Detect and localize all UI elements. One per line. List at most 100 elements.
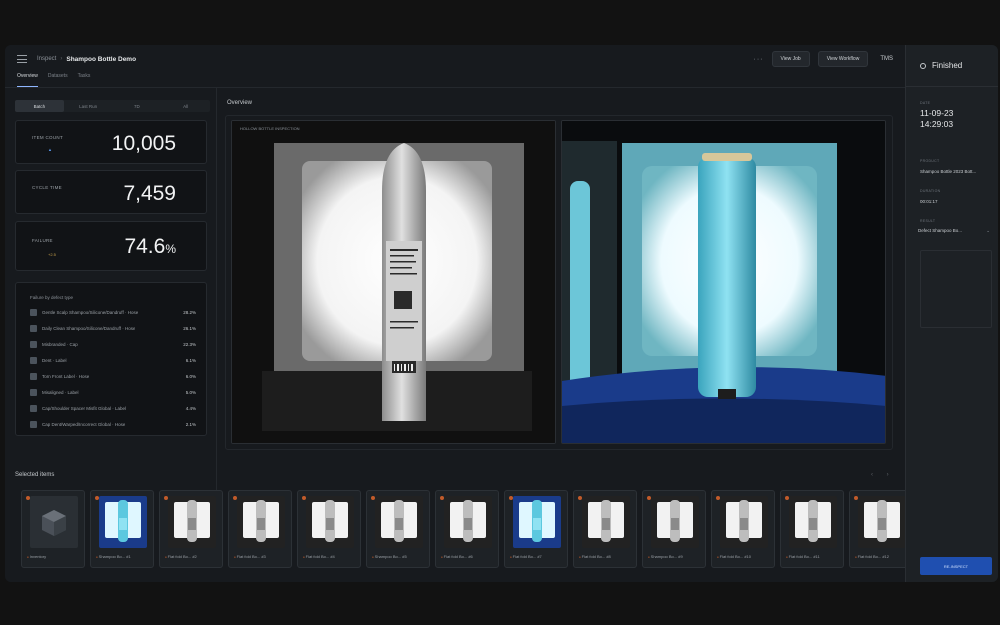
- item-label: Flat fold Bo... #8: [579, 554, 635, 559]
- notes-box[interactable]: [920, 250, 992, 328]
- selected-item-card[interactable]: Flat fold Bo... #8: [573, 490, 637, 568]
- defect-row[interactable]: Torn Front Label · Hose 6.0%: [30, 371, 196, 381]
- status-text: Finished: [932, 61, 963, 70]
- stat-label: CYCLE TIME: [32, 185, 62, 190]
- item-label: Flat fold Bo... #4: [303, 554, 359, 559]
- view-workflow-button[interactable]: View Workflow: [817, 51, 869, 67]
- defect-name: Misaligned · Label: [42, 389, 79, 395]
- range-all[interactable]: All: [161, 100, 210, 112]
- defect-list-title: Failure by defect type: [30, 295, 74, 300]
- selected-item-card[interactable]: Flat fold Bo... #7: [504, 490, 568, 568]
- result-label: RESULT: [920, 219, 936, 223]
- stat-card-failure: FAILURE +2.5 74.6%: [15, 221, 207, 271]
- view-job-button[interactable]: View Job: [771, 51, 810, 67]
- tab-datasets[interactable]: Datasets: [48, 73, 68, 87]
- product-label: PRODUCT: [920, 159, 940, 163]
- defect-value: 22.3%: [183, 341, 196, 347]
- bottle-thumbnail: [789, 496, 837, 548]
- camera-view-mono[interactable]: HOLLOW BOTTLE INSPECTION: [231, 120, 556, 444]
- date-label: DATE: [920, 101, 931, 105]
- selected-item-card[interactable]: Flat fold Bo... #2: [159, 490, 223, 568]
- bottle-color-image: [562, 121, 885, 443]
- defect-row[interactable]: Gentle Scalp Shampoo/Silicone/Dandruff ·…: [30, 307, 196, 317]
- range-last-run[interactable]: Last Run: [64, 100, 113, 112]
- menu-icon[interactable]: [17, 55, 27, 63]
- range-7d[interactable]: 7D: [113, 100, 162, 112]
- selected-item-card[interactable]: Flat fold Bo... #3: [228, 490, 292, 568]
- bottle-thumbnail: [99, 496, 147, 548]
- bottle-icon: [30, 388, 37, 396]
- defect-row[interactable]: Daily Clean Shampoo/Silicone/Dandruff · …: [30, 323, 196, 333]
- more-icon[interactable]: ···: [754, 56, 764, 63]
- tab-divider: [5, 87, 905, 88]
- stat-card-cycle-time: CYCLE TIME 7,459: [15, 170, 207, 214]
- user-label[interactable]: TMS: [880, 56, 893, 62]
- defect-name: Daily Clean Shampoo/Silicone/Dandruff · …: [42, 325, 136, 331]
- selected-item-card[interactable]: Flat fold Bo... #6: [435, 490, 499, 568]
- defect-value: 2.1%: [185, 421, 196, 427]
- defect-row[interactable]: Misbranded · Cap 22.3%: [30, 339, 196, 349]
- item-label: Flat fold Bo... #2: [165, 554, 221, 559]
- selected-item-card[interactable]: Flat fold Bo... #11: [780, 490, 844, 568]
- defect-name: Torn Front Label · Hose: [42, 373, 90, 379]
- duration-label: DURATION: [920, 189, 941, 193]
- camera-label: HOLLOW BOTTLE INSPECTION: [240, 126, 300, 131]
- selected-items-title: Selected items: [15, 472, 55, 478]
- top-actions: ··· View Job View Workflow TMS: [754, 51, 893, 67]
- selected-item-card[interactable]: Shampoo Bo... #9: [642, 490, 706, 568]
- tab-overview[interactable]: Overview: [17, 73, 38, 87]
- carousel-arrows[interactable]: ‹ ›: [871, 472, 895, 478]
- stat-card-item-count: ITEM COUNT ▲ 10,005: [15, 120, 207, 164]
- trend-up-icon: ▲: [48, 147, 52, 152]
- selected-item-card[interactable]: Flat fold Bo... #10: [711, 490, 775, 568]
- duration-value: 00:01:17: [920, 199, 938, 204]
- range-batch[interactable]: Batch: [15, 100, 64, 112]
- page-title: Shampoo Bottle Demo: [66, 55, 137, 63]
- selected-item-card[interactable]: Shampoo Bo... #1: [90, 490, 154, 568]
- camera-view-color[interactable]: [561, 120, 886, 444]
- defect-row[interactable]: Cap Dent/Warped/Incorrect Global · Hose 2…: [30, 419, 196, 429]
- item-label: Flat fold Bo... #7: [510, 554, 566, 559]
- defect-row[interactable]: Dent · Label 6.1%: [30, 355, 196, 365]
- defect-row[interactable]: Cap/Shoulder Spacer Misfit Global · Labe…: [30, 403, 196, 413]
- stat-value: 74.6%: [124, 235, 176, 258]
- defect-name: Cap Dent/Warped/Incorrect Global · Hose: [42, 421, 126, 427]
- defect-value: 6.1%: [185, 357, 196, 363]
- tab-bar: Overview Datasets Tasks: [17, 73, 90, 87]
- reinspect-button[interactable]: RE-INSPECT: [920, 557, 992, 575]
- bottle-icon: [30, 340, 37, 348]
- item-label: Flat fold Bo... #11: [786, 554, 842, 559]
- bottle-thumbnail: [651, 496, 699, 548]
- bottle-icon: [30, 308, 37, 316]
- defect-name: Dent · Label: [42, 357, 67, 363]
- stat-value: 10,005: [111, 132, 176, 155]
- result-dropdown[interactable]: Defect Shampoo Bo... ⌄: [918, 228, 990, 234]
- stat-delta: +2.5: [48, 252, 56, 257]
- bottle-icon: [30, 420, 37, 428]
- defect-name: Misbranded · Cap: [42, 341, 78, 347]
- bottle-icon: [30, 356, 37, 364]
- cube-icon: [30, 496, 78, 548]
- bottle-icon: [30, 404, 37, 412]
- defect-name: Cap/Shoulder Spacer Misfit Global · Labe…: [42, 405, 127, 411]
- selected-item-card[interactable]: Flat fold Bo... #4: [297, 490, 361, 568]
- bottle-thumbnail: [306, 496, 354, 548]
- defect-value: 26.1%: [183, 325, 196, 331]
- bottle-mono-image: [232, 121, 555, 443]
- breadcrumb-root[interactable]: Inspect: [37, 56, 56, 62]
- stat-label: FAILURE: [32, 238, 53, 243]
- defect-type-list: Failure by defect type Gentle Scalp Sham…: [15, 282, 207, 436]
- selected-item-card[interactable]: Inventory: [21, 490, 85, 568]
- selected-item-card[interactable]: Flat fold Bo... #12: [849, 490, 913, 568]
- tab-tasks[interactable]: Tasks: [78, 73, 91, 87]
- item-label: Shampoo Bo... #5: [372, 554, 428, 559]
- main-panel: Inspect › Shampoo Bottle Demo ··· View J…: [5, 45, 913, 582]
- selected-item-card[interactable]: Shampoo Bo... #5: [366, 490, 430, 568]
- item-label: Flat fold Bo... #6: [441, 554, 497, 559]
- bottle-thumbnail: [720, 496, 768, 548]
- item-label: Flat fold Bo... #12: [855, 554, 911, 559]
- details-sidebar: Finished DATE 11-09-23 14:29:03 PRODUCT …: [905, 45, 998, 582]
- defect-row[interactable]: Misaligned · Label 5.0%: [30, 387, 196, 397]
- chevron-down-icon: ⌄: [986, 228, 990, 233]
- breadcrumb-separator: ›: [60, 56, 63, 62]
